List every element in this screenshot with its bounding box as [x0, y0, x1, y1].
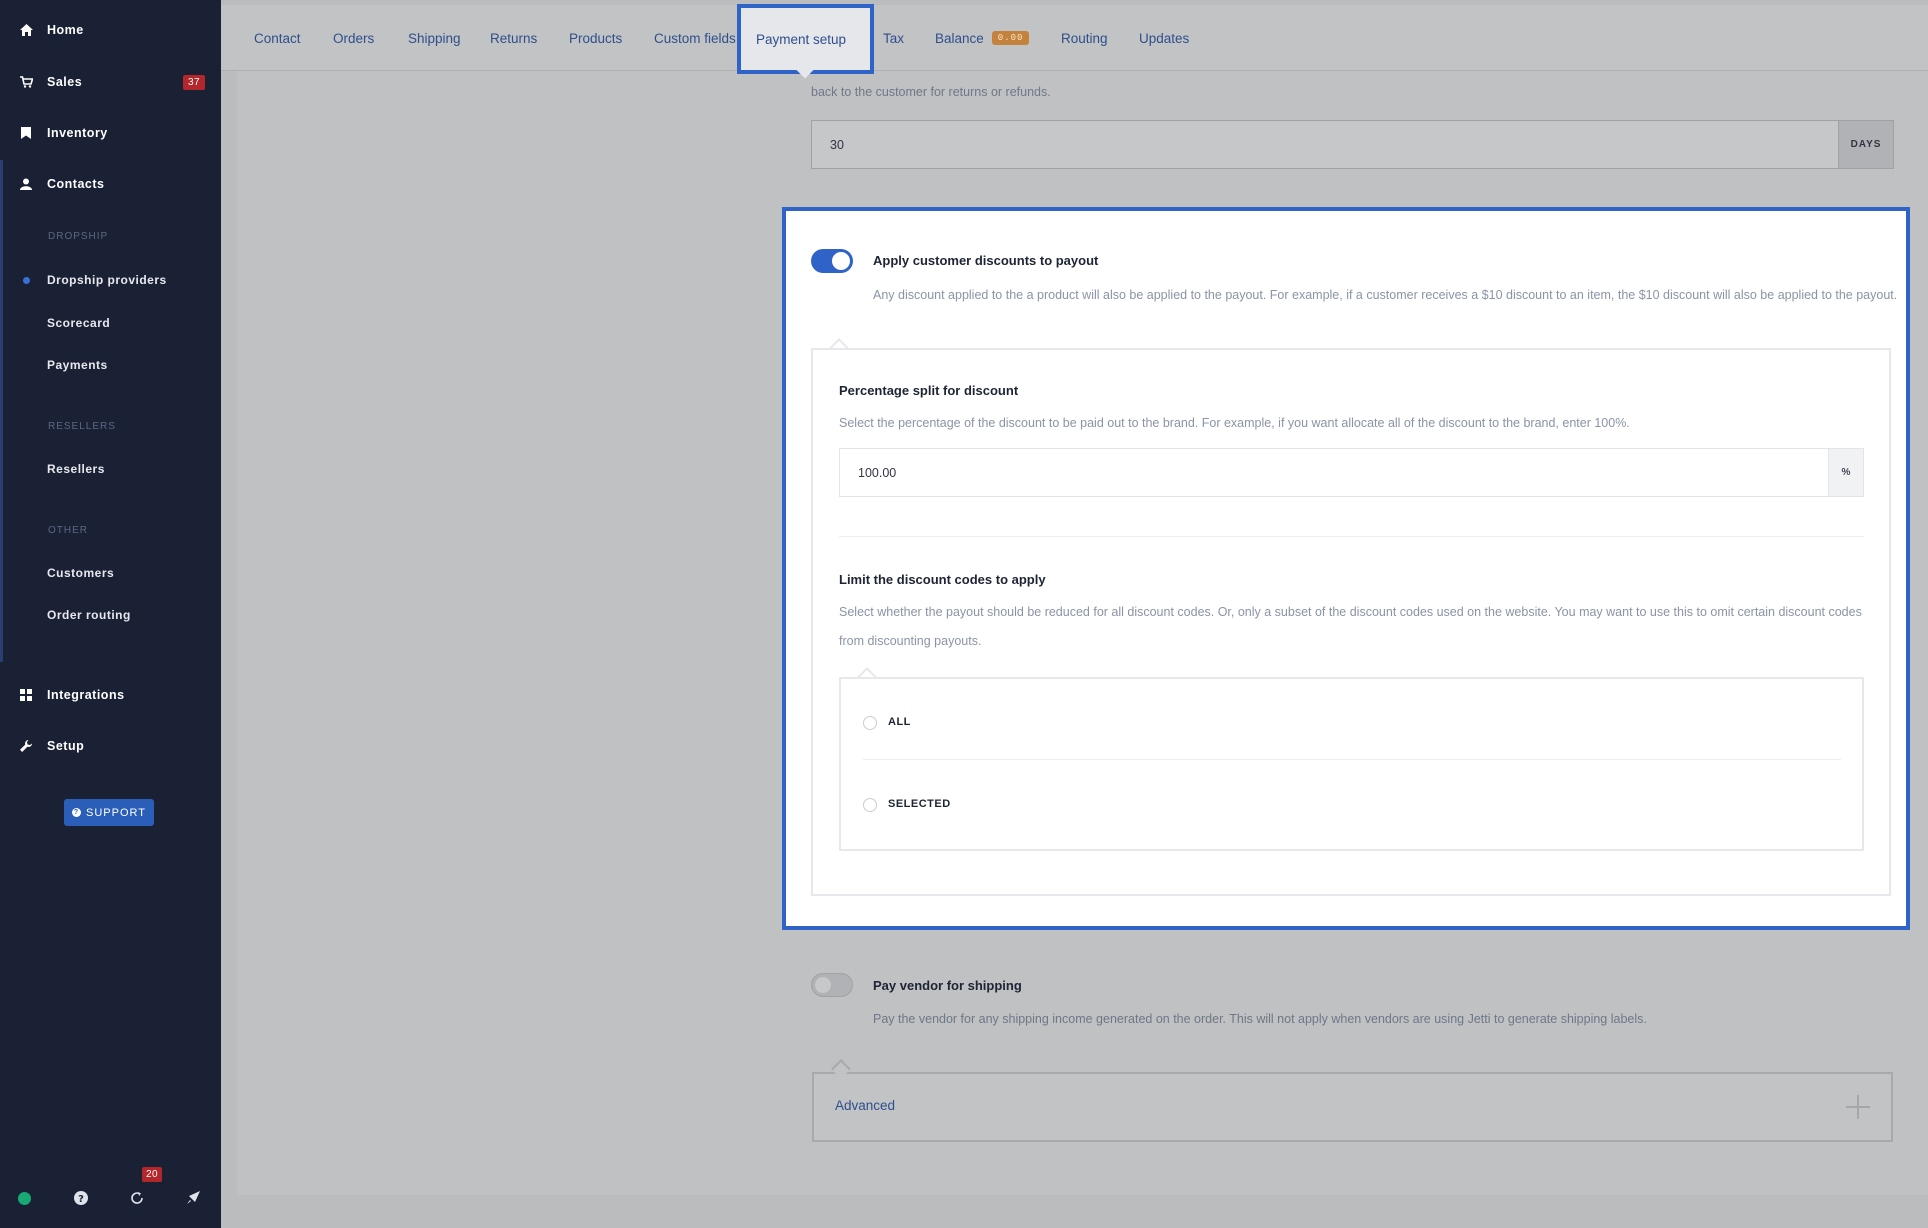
percentage-split-unit: %: [1828, 449, 1863, 496]
support-button[interactable]: ? SUPPORT: [64, 799, 154, 826]
discount-options-box: Percentage split for discount Select the…: [811, 348, 1891, 896]
limit-codes-description-line2: from discounting payouts.: [839, 634, 982, 648]
home-icon: [19, 23, 33, 37]
tab-updates[interactable]: Updates: [1139, 5, 1189, 71]
rocket-icon[interactable]: [185, 1190, 201, 1206]
sidebar-item-setup[interactable]: Setup: [0, 726, 221, 766]
apply-discounts-title: Apply customer discounts to payout: [873, 253, 1099, 268]
sidebar-item-label: Sales: [47, 75, 83, 89]
sales-count-badge: 37: [183, 74, 206, 90]
sidebar-item-label: Inventory: [47, 126, 108, 140]
radio-selected-label[interactable]: SELECTED: [888, 798, 951, 810]
limit-codes-title: Limit the discount codes to apply: [839, 572, 1046, 587]
returns-description-tail: back to the customer for returns or refu…: [811, 85, 1051, 99]
returns-days-field[interactable]: 30 DAYS: [811, 120, 1894, 169]
returns-days-value: 30: [830, 137, 844, 152]
user-icon: [19, 177, 33, 191]
section-divider: [839, 536, 1864, 537]
question-icon: ?: [72, 808, 81, 817]
tab-orders[interactable]: Orders: [333, 5, 374, 71]
sidebar-item-label: Resellers: [47, 462, 105, 476]
refresh-icon[interactable]: [129, 1190, 145, 1206]
tab-routing[interactable]: Routing: [1061, 5, 1108, 71]
help-icon[interactable]: ?: [73, 1190, 89, 1206]
radio-selected[interactable]: [863, 798, 877, 812]
sidebar-item-contacts[interactable]: Contacts: [0, 164, 221, 204]
apply-discounts-toggle[interactable]: [811, 249, 853, 273]
pay-vendor-shipping-description: Pay the vendor for any shipping income g…: [873, 1012, 1647, 1026]
pay-vendor-shipping-toggle[interactable]: [811, 973, 853, 997]
expand-plus-icon[interactable]: [1846, 1095, 1870, 1119]
returns-days-unit: DAYS: [1838, 121, 1893, 168]
percentage-split-title: Percentage split for discount: [839, 383, 1019, 398]
sidebar-item-customers[interactable]: Customers: [0, 555, 221, 591]
sidebar-item-scorecard[interactable]: Scorecard: [0, 305, 221, 341]
advanced-section[interactable]: [812, 1072, 1893, 1142]
sidebar-footer: ?: [0, 1176, 221, 1228]
sidebar-item-resellers[interactable]: Resellers: [0, 451, 221, 487]
tab-payment-setup[interactable]: Payment setup: [737, 4, 874, 79]
tab-balance[interactable]: Balance 0.00: [935, 5, 1030, 71]
sidebar-item-home[interactable]: Home: [0, 10, 221, 50]
advanced-label[interactable]: Advanced: [835, 1098, 895, 1113]
sidebar-item-sales[interactable]: Sales 37: [0, 62, 221, 102]
sidebar-item-label: Dropship providers: [47, 273, 167, 287]
tab-bar: Contact Orders Shipping Returns Products…: [221, 5, 1928, 71]
tab-custom-fields[interactable]: Custom fields: [654, 5, 736, 71]
section-header-resellers: RESELLERS: [48, 421, 116, 432]
sidebar-item-label: Scorecard: [47, 316, 111, 330]
tab-products[interactable]: Products: [569, 5, 622, 71]
support-label: SUPPORT: [86, 806, 146, 819]
radio-all-label[interactable]: ALL: [888, 716, 911, 728]
cart-icon: [19, 75, 33, 89]
svg-text:?: ?: [78, 1194, 84, 1205]
sidebar-item-order-routing[interactable]: Order routing: [0, 597, 221, 633]
sidebar-item-label: Home: [47, 23, 84, 37]
pay-vendor-shipping-title: Pay vendor for shipping: [873, 978, 1022, 993]
sidebar-item-label: Order routing: [47, 608, 131, 622]
sidebar: Home Sales 37 Inventory Contacts DROPSHI…: [0, 0, 221, 1228]
percentage-split-value: 100.00: [858, 465, 897, 480]
sidebar-item-label: Customers: [47, 566, 115, 580]
balance-amount-badge: 0.00: [991, 31, 1030, 45]
bookmark-icon: [19, 126, 33, 140]
percentage-split-field[interactable]: 100.00 %: [839, 448, 1864, 497]
sidebar-item-label: Contacts: [47, 177, 105, 191]
sidebar-item-integrations[interactable]: Integrations: [0, 675, 221, 715]
sidebar-item-label: Setup: [47, 739, 85, 753]
percentage-split-description: Select the percentage of the discount to…: [839, 416, 1630, 430]
section-header-other: OTHER: [48, 525, 88, 536]
apply-discounts-description: Any discount applied to the a product wi…: [873, 288, 1898, 302]
limit-codes-description-line1: Select whether the payout should be redu…: [839, 605, 1862, 619]
tab-tax[interactable]: Tax: [883, 5, 904, 71]
tab-balance-label: Balance: [935, 30, 984, 46]
grid-icon: [19, 688, 33, 702]
discount-settings-card: Apply customer discounts to payout Any d…: [782, 207, 1910, 930]
tab-contact[interactable]: Contact: [254, 5, 301, 71]
sidebar-item-dropship-providers[interactable]: Dropship providers: [0, 262, 221, 298]
section-header-dropship: DROPSHIP: [48, 231, 109, 242]
radio-divider: [863, 759, 1841, 760]
sidebar-item-label: Integrations: [47, 688, 125, 702]
active-indicator-dot: [23, 276, 30, 284]
sidebar-item-payments[interactable]: Payments: [0, 347, 221, 383]
sidebar-item-inventory[interactable]: Inventory: [0, 113, 221, 153]
wrench-icon: [19, 739, 33, 753]
status-online-icon[interactable]: [18, 1192, 31, 1205]
tab-returns[interactable]: Returns: [490, 5, 537, 71]
discount-code-radio-group: ALL SELECTED: [839, 677, 1864, 851]
sidebar-item-label: Payments: [47, 358, 108, 372]
radio-all[interactable]: [863, 716, 877, 730]
tab-payment-setup-label: Payment setup: [756, 31, 847, 47]
tab-shipping[interactable]: Shipping: [408, 5, 461, 71]
